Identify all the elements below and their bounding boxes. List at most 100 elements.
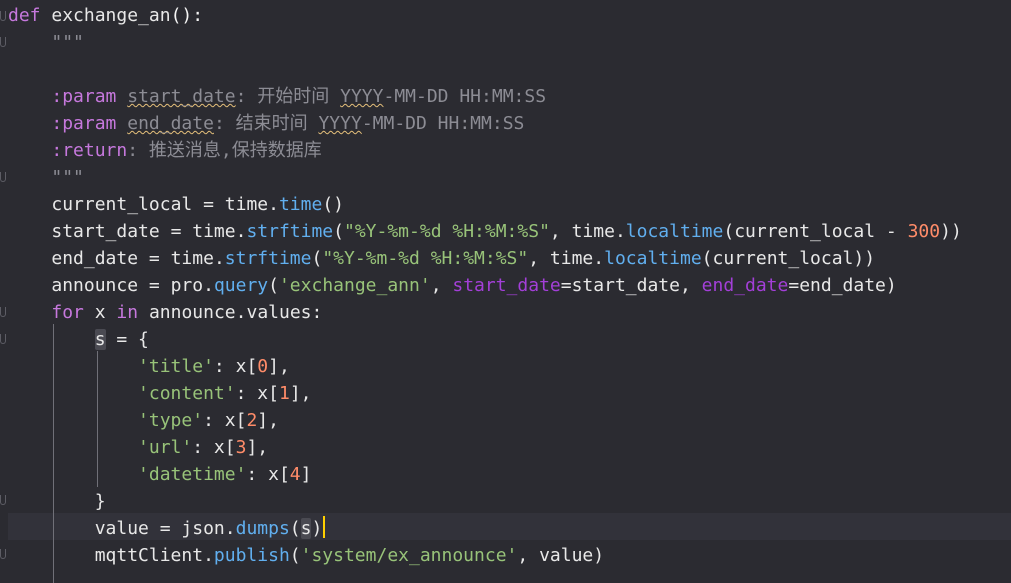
string-literal: 'datetime' xyxy=(138,464,247,485)
docstring-param-tag: :param xyxy=(51,86,117,107)
docstring-param-desc: : 结束时间 xyxy=(213,113,319,134)
variable: start_date xyxy=(51,221,160,242)
method-call: localtime xyxy=(604,248,702,269)
variable: end_date xyxy=(799,275,886,296)
code-line-7[interactable]: """ xyxy=(8,164,84,191)
method-call: publish xyxy=(213,545,290,566)
module: time xyxy=(224,194,269,215)
method-call: localtime xyxy=(625,221,724,242)
keyword-argument: start_date xyxy=(452,275,561,296)
code-line-5[interactable]: :param end_date: 结束时间 YYYY-MM-DD HH:MM:S… xyxy=(8,110,524,137)
code-line-9[interactable]: start_date = time.strftime("%Y-%m-%d %H:… xyxy=(8,218,961,245)
fold-marker-icon[interactable] xyxy=(0,37,6,47)
docstring-close: """ xyxy=(51,167,84,188)
code-line-21[interactable]: mqttClient.publish('system/ex_announce',… xyxy=(8,542,604,569)
method-call: query xyxy=(213,275,269,296)
variable: current_local xyxy=(51,194,193,215)
keyword-for: for xyxy=(51,302,84,323)
string-literal: 'title' xyxy=(138,356,214,377)
code-line-15[interactable]: 'content': x[1], xyxy=(8,380,311,407)
code-line-19[interactable]: } xyxy=(8,488,106,515)
code-line-1[interactable]: def exchange_an(): xyxy=(8,2,203,29)
text-cursor xyxy=(323,516,326,538)
number-literal: 3 xyxy=(235,437,247,458)
code-line-13[interactable]: s = { xyxy=(8,326,149,353)
module: json xyxy=(181,518,225,539)
variable: value xyxy=(94,518,149,539)
string-literal: 'type' xyxy=(138,410,204,431)
number-literal: 300 xyxy=(907,221,941,242)
keyword-def: def xyxy=(8,5,41,26)
module: time xyxy=(192,221,236,242)
docstring-param-name: end_date xyxy=(127,113,214,134)
variable: current_local xyxy=(712,248,854,269)
fold-marker-icon[interactable] xyxy=(0,172,6,182)
variable-highlighted: s xyxy=(94,329,106,350)
code-editor[interactable]: def exchange_an(): """ :param start_date… xyxy=(0,0,1011,583)
docstring-return-desc: : 推送消息,保持数据库 xyxy=(127,140,322,161)
variable: mqttClient xyxy=(94,545,204,566)
fold-marker-icon[interactable] xyxy=(0,495,6,505)
keyword-argument: end_date xyxy=(701,275,789,296)
docstring-return-tag: :return xyxy=(51,140,128,161)
fold-marker-icon[interactable] xyxy=(0,549,6,559)
punctuation: (): xyxy=(170,5,204,26)
method-call: strftime xyxy=(224,248,312,269)
method-call: dumps xyxy=(235,518,290,539)
string-literal: 'content' xyxy=(138,383,236,404)
variable: x xyxy=(94,302,106,323)
code-line-20[interactable]: value = json.dumps(s) xyxy=(8,515,326,542)
fold-marker-icon[interactable] xyxy=(0,307,6,317)
variable: current_local xyxy=(734,221,876,242)
keyword-in: in xyxy=(116,302,139,323)
module: pro xyxy=(170,275,204,296)
docstring-format-tail: -MM-DD HH:MM:SS xyxy=(383,86,547,107)
fold-marker-icon[interactable] xyxy=(0,334,6,344)
code-line-6[interactable]: :return: 推送消息,保持数据库 xyxy=(8,137,322,164)
variable-highlighted: s xyxy=(300,518,312,539)
docstring-param-name: start_date xyxy=(127,86,236,107)
module: time xyxy=(549,248,594,269)
number-literal: 0 xyxy=(257,356,269,377)
attribute: values xyxy=(246,302,312,323)
string-literal: 'url' xyxy=(138,437,193,458)
code-line-4[interactable]: :param start_date: 开始时间 YYYY-MM-DD HH:MM… xyxy=(8,83,546,110)
string-literal: "%Y-%m-%d %H:%M:%S" xyxy=(344,221,550,242)
variable: start_date xyxy=(571,275,680,296)
code-line-8[interactable]: current_local = time.time() xyxy=(8,191,344,218)
method-call: strftime xyxy=(246,221,334,242)
string-literal: 'system/ex_announce' xyxy=(300,545,518,566)
variable: x xyxy=(257,383,269,404)
variable: x xyxy=(235,356,247,377)
module: time xyxy=(571,221,615,242)
variable: value xyxy=(539,545,594,566)
code-line-10[interactable]: end_date = time.strftime("%Y-%m-%d %H:%M… xyxy=(8,245,875,272)
code-line-2[interactable]: """ xyxy=(8,29,84,56)
docstring-format-tail: -MM-DD HH:MM:SS xyxy=(361,113,525,134)
code-line-12[interactable]: for x in announce.values: xyxy=(8,299,322,326)
docstring-format-year: YYYY xyxy=(318,113,362,134)
code-line-14[interactable]: 'title': x[0], xyxy=(8,353,290,380)
variable: x xyxy=(213,437,225,458)
string-literal: "%Y-%m-%d %H:%M:%S" xyxy=(322,248,529,269)
method-call: time xyxy=(278,194,323,215)
variable: announce xyxy=(51,275,139,296)
code-line-11[interactable]: announce = pro.query('exchange_ann', sta… xyxy=(8,272,896,299)
docstring-open: """ xyxy=(51,32,84,53)
code-line-18[interactable]: 'datetime': x[4] xyxy=(8,461,311,488)
docstring-format-year: YYYY xyxy=(340,86,384,107)
variable: x xyxy=(224,410,236,431)
code-line-17[interactable]: 'url': x[3], xyxy=(8,434,268,461)
variable: x xyxy=(268,464,279,485)
fold-marker-icon[interactable] xyxy=(0,11,6,21)
string-literal: 'exchange_ann' xyxy=(278,275,431,296)
function-name: exchange_an xyxy=(51,5,171,26)
number-literal: 2 xyxy=(246,410,258,431)
module: time xyxy=(170,248,214,269)
code-line-16[interactable]: 'type': x[2], xyxy=(8,407,279,434)
number-literal: 4 xyxy=(289,464,301,485)
code-line-3[interactable] xyxy=(8,56,19,83)
variable: end_date xyxy=(51,248,139,269)
docstring-param-desc: : 开始时间 xyxy=(235,86,341,107)
variable: announce xyxy=(148,302,236,323)
